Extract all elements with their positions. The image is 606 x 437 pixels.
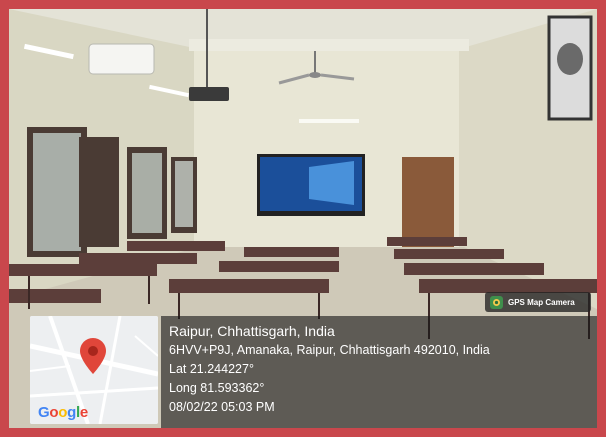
map-thumbnail: Google	[30, 316, 158, 424]
latitude-text: Lat 21.244227°	[169, 362, 254, 376]
map-pin-icon	[80, 338, 106, 374]
location-title: Raipur, Chhattisgarh, India	[169, 323, 335, 339]
location-info-panel: Raipur, Chhattisgarh, India 6HVV+P9J, Am…	[161, 316, 597, 428]
location-address: 6HVV+P9J, Amanaka, Raipur, Chhattisgarh …	[169, 343, 490, 357]
longitude-text: Long 81.593362°	[169, 381, 265, 395]
google-logo: Google	[38, 404, 88, 421]
timestamp-text: 08/02/22 05:03 PM	[169, 400, 275, 414]
photo-frame: GPS Map Camera Google Raipur, Chhattisga…	[9, 9, 597, 428]
gps-map-camera-icon	[490, 295, 503, 309]
gps-map-camera-label: GPS Map Camera	[508, 297, 575, 307]
gps-map-camera-badge: GPS Map Camera	[485, 292, 591, 312]
